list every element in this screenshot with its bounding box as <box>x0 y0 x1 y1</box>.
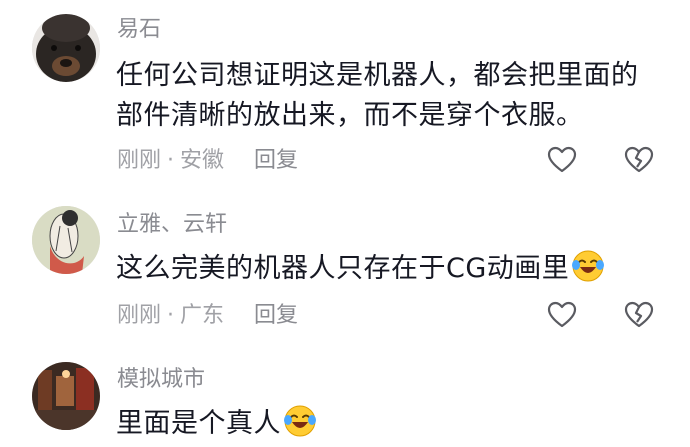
reply-button[interactable]: 回复 <box>254 148 298 173</box>
comment-text-content: 这么完美的机器人只存在于CG动画里 <box>116 253 570 284</box>
comment-time: 刚刚 <box>117 303 162 328</box>
heart-outline-icon <box>547 301 577 328</box>
avatar[interactable] <box>32 206 100 274</box>
broken-heart-icon <box>624 301 654 328</box>
reply-button[interactable]: 回复 <box>254 303 298 328</box>
comment-username[interactable]: 立雅、云轩 <box>117 212 227 238</box>
laughing-crying-emoji-icon <box>283 404 317 438</box>
dislike-button[interactable] <box>624 145 654 175</box>
laughing-crying-emoji-icon <box>571 249 605 283</box>
comment-meta: 刚刚 · 广东 回复 <box>117 303 298 329</box>
like-button[interactable] <box>547 145 577 175</box>
comment-text: 里面是个真人 <box>116 404 656 444</box>
comment-location: 广东 <box>180 303 225 328</box>
comment-username[interactable]: 模拟城市 <box>117 367 205 393</box>
comment-time: 刚刚 <box>117 148 162 173</box>
comment-text: 任何公司想证明这是机器人，都会把里面的部件清晰的放出来，而不是穿个衣服。 <box>116 60 639 131</box>
dislike-button[interactable] <box>624 300 654 330</box>
comment-username[interactable]: 易石 <box>117 17 161 43</box>
comment-meta: 刚刚 · 安徽 回复 <box>117 148 298 174</box>
meta-separator: · <box>167 148 175 173</box>
comment-text-content: 里面是个真人 <box>116 408 281 439</box>
avatar[interactable] <box>32 362 100 430</box>
heart-outline-icon <box>547 146 577 173</box>
like-button[interactable] <box>547 300 577 330</box>
meta-separator: · <box>167 303 175 328</box>
broken-heart-icon <box>624 146 654 173</box>
avatar[interactable] <box>32 14 100 82</box>
comment-location: 安徽 <box>180 148 225 173</box>
comment-text: 这么完美的机器人只存在于CG动画里 <box>116 249 656 289</box>
